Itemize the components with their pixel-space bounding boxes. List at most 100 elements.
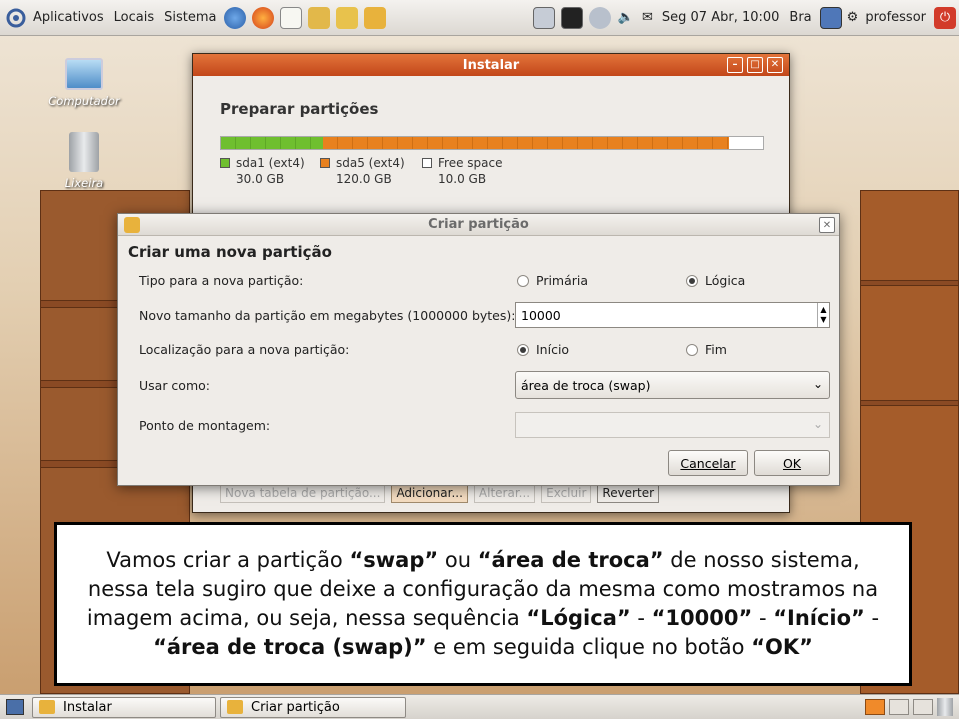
install-window-titlebar[interactable]: Instalar – □ ✕ xyxy=(193,54,789,76)
keyboard-layout[interactable]: Bra xyxy=(784,0,816,36)
size-spinbox[interactable]: 10000 ▲ ▼ xyxy=(515,302,830,328)
radio-label: Primária xyxy=(536,273,589,288)
partition-bar-sda5 xyxy=(322,137,730,149)
caption-text: Vamos criar a partição “swap” ou “área d… xyxy=(73,546,893,662)
workspace-3-icon[interactable] xyxy=(913,699,933,715)
create-dialog-titlebar[interactable]: Criar partição ✕ xyxy=(118,214,839,236)
installer-logo-icon xyxy=(124,217,140,233)
cancel-button[interactable]: Cancelar xyxy=(668,450,748,476)
caption-emphasis: “área de troca” xyxy=(477,548,664,572)
use-as-combobox[interactable]: área de troca (swap) ⌄ xyxy=(515,371,830,399)
use-as-value: área de troca (swap) xyxy=(521,377,651,393)
radio-indicator xyxy=(517,343,529,356)
spin-arrows-icon[interactable]: ▲ ▼ xyxy=(817,303,829,327)
type-primary-radio[interactable]: Primária xyxy=(517,273,588,288)
partition-legend: sda1 (ext4) 30.0 GB sda5 (ext4) 120.0 GB… xyxy=(220,156,522,186)
volume-icon[interactable]: 🔈 xyxy=(614,0,638,36)
radio-label: Início xyxy=(536,342,570,357)
cancel-label: Cancelar xyxy=(680,455,736,471)
partition-bar xyxy=(220,136,764,150)
task-label: Instalar xyxy=(63,699,112,715)
tutorial-caption: Vamos criar a partição “swap” ou “área d… xyxy=(54,522,912,686)
mount-combobox[interactable]: ⌄ xyxy=(515,412,830,438)
firefox-icon[interactable] xyxy=(252,6,275,29)
shelf-board xyxy=(860,400,959,406)
show-desktop-icon[interactable] xyxy=(6,699,24,715)
create-dialog-heading: Criar uma nova partição xyxy=(128,243,332,261)
caption-emphasis: “swap” xyxy=(349,548,439,572)
type-label: Tipo para a nova partição: xyxy=(139,273,304,288)
caption-emphasis: “Início” xyxy=(773,606,865,630)
trash-applet-icon[interactable] xyxy=(937,698,953,716)
location-start-radio[interactable]: Início xyxy=(517,342,569,357)
caption-emphasis: “Lógica” xyxy=(526,606,631,630)
chevron-down-icon: ⌄ xyxy=(812,377,823,391)
desktop-icon-label: Lixeira xyxy=(64,176,104,190)
keys-icon[interactable] xyxy=(364,6,387,29)
partition-bar-free xyxy=(729,137,763,149)
change-partition-button[interactable]: Alterar... xyxy=(473,483,536,503)
create-dialog-title: Criar partição xyxy=(428,217,529,232)
user-switch-icon[interactable]: ⚙ xyxy=(845,0,861,36)
menu-locais[interactable]: Locais xyxy=(109,0,159,36)
radio-indicator xyxy=(517,274,529,287)
install-heading: Preparar partições xyxy=(220,100,379,118)
workspace-switcher-icon[interactable] xyxy=(865,699,885,715)
desktop-icon-trash[interactable]: Lixeira xyxy=(44,132,124,190)
legend-swatch-free xyxy=(422,158,432,168)
maximize-button[interactable]: □ xyxy=(747,57,763,73)
screen-switch-icon[interactable] xyxy=(532,6,555,29)
terminal-icon[interactable] xyxy=(560,6,583,29)
partition-bar-sda1 xyxy=(221,137,323,149)
bottom-panel: Instalar Criar partição xyxy=(0,694,959,719)
close-button[interactable]: ✕ xyxy=(819,217,835,233)
radio-indicator xyxy=(686,274,698,287)
legend-name: sda1 (ext4) xyxy=(236,156,305,170)
browser-icon[interactable] xyxy=(224,6,247,29)
desktop-icon-label: Computador xyxy=(48,94,120,108)
type-logical-radio[interactable]: Lógica xyxy=(686,273,745,288)
ubuntu-logo-icon[interactable] xyxy=(0,0,28,36)
task-instalar[interactable]: Instalar xyxy=(32,696,216,718)
size-label: Novo tamanho da partição em megabytes (1… xyxy=(139,308,516,323)
caption-segment: e em seguida clique no botão xyxy=(426,635,752,659)
clock[interactable]: Seg 07 Abr, 10:00 xyxy=(657,0,785,36)
menu-sistema[interactable]: Sistema xyxy=(159,0,221,36)
workspace-2-icon[interactable] xyxy=(889,699,909,715)
power-icon[interactable]: ⏻ xyxy=(934,6,956,29)
mount-label: Ponto de montagem: xyxy=(139,418,271,433)
legend-size: 30.0 GB xyxy=(236,172,285,186)
radio-indicator xyxy=(686,343,698,356)
partition-toolbar: Nova tabela de partição... Adicionar... … xyxy=(220,483,660,503)
network-icon[interactable] xyxy=(819,6,842,29)
caption-emphasis: “área de troca (swap)” xyxy=(153,635,427,659)
new-partition-table-button[interactable]: Nova tabela de partição... xyxy=(220,483,386,503)
caption-segment: - xyxy=(630,606,652,630)
install-window-title: Instalar xyxy=(462,57,520,73)
menu-aplicativos[interactable]: Aplicativos xyxy=(28,0,109,36)
location-end-radio[interactable]: Fim xyxy=(686,342,727,357)
revert-button[interactable]: Reverter xyxy=(597,483,660,503)
chevron-down-icon: ⌄ xyxy=(812,417,823,431)
ok-button[interactable]: OK xyxy=(754,450,830,476)
legend-name: Free space xyxy=(438,156,503,170)
tools-icon[interactable] xyxy=(308,6,331,29)
ok-label: OK xyxy=(782,455,802,471)
legend-size: 10.0 GB xyxy=(438,172,487,186)
hand-icon[interactable] xyxy=(336,6,359,29)
task-criar-particao[interactable]: Criar partição xyxy=(220,696,406,718)
add-partition-button[interactable]: Adicionar... xyxy=(391,483,468,503)
radio-label: Fim xyxy=(705,342,727,357)
radio-label: Lógica xyxy=(705,273,746,288)
desktop-icon-computer[interactable]: Computador xyxy=(44,58,124,108)
legend-size: 120.0 GB xyxy=(336,172,392,186)
legend-swatch-sda5 xyxy=(320,158,330,168)
close-button[interactable]: ✕ xyxy=(767,57,783,73)
update-icon[interactable] xyxy=(588,6,611,29)
mail-icon[interactable]: ✉ xyxy=(638,0,657,36)
user-name[interactable]: professor xyxy=(860,0,931,36)
delete-partition-button[interactable]: Excluir xyxy=(541,483,592,503)
text-editor-icon[interactable] xyxy=(280,6,303,29)
task-label: Criar partição xyxy=(251,699,340,715)
minimize-button[interactable]: – xyxy=(727,57,743,73)
